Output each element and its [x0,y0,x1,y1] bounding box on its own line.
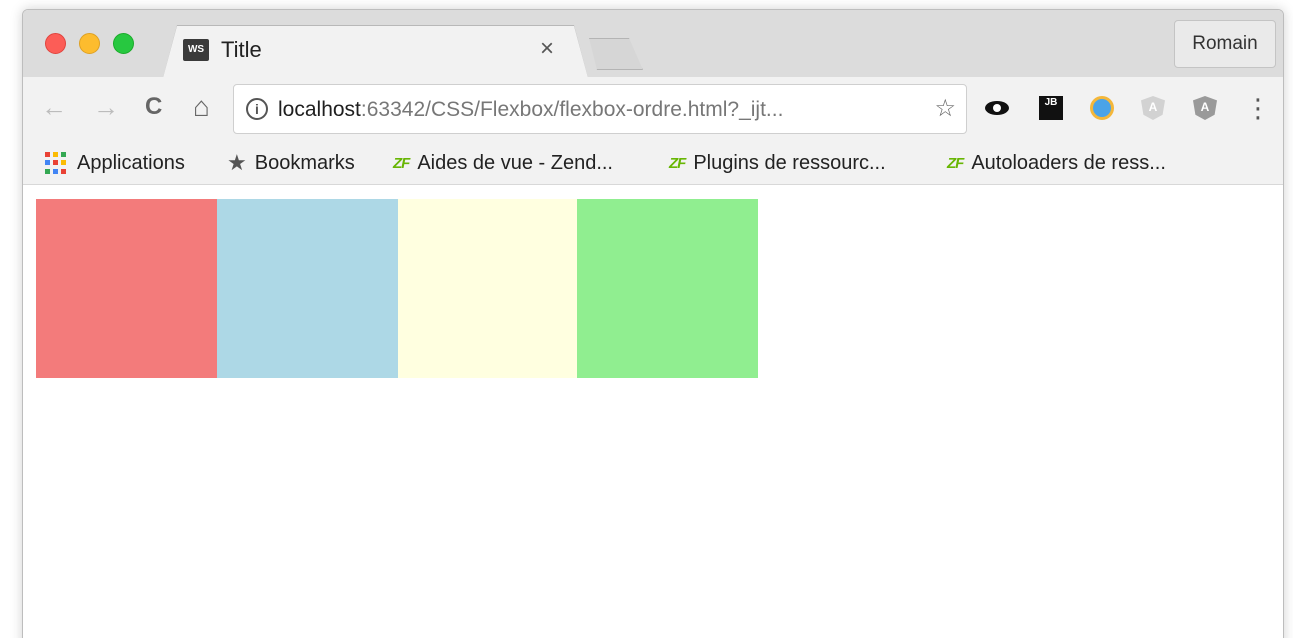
bookmark-plugins[interactable]: ZF Plugins de ressourc... [669,149,886,177]
apps-grid-dot [45,152,50,157]
apps-grid-dot [61,152,66,157]
angular-shield-dark-icon[interactable]: A [1193,96,1217,120]
apps-grid-dot [53,152,58,157]
bookmark-label: Aides de vue - Zend... [417,151,613,174]
bookmark-aides-de-vue[interactable]: ZF Aides de vue - Zend... [393,149,613,177]
flex-item-yellow [398,199,577,378]
bookmark-bookmarks[interactable]: ★ Bookmarks [227,149,355,177]
zf-icon: ZF [393,154,410,172]
bookmark-label: Autoloaders de ress... [971,151,1166,174]
menu-icon[interactable]: ⋮ [1245,93,1271,123]
bookmarks-bar: Applications ★ Bookmarks ZF Aides de vue… [23,141,1283,185]
window-controls [45,33,134,54]
shield-letter: A [1200,100,1210,114]
home-icon[interactable]: ⌂ [193,87,210,127]
apps-grid-dot [61,160,66,166]
url-path: :63342/CSS/Flexbox/flexbox-ordre.html?_i… [360,98,784,121]
info-icon[interactable]: i [246,98,268,120]
eye-icon[interactable] [985,96,1009,120]
address-bar[interactable]: i localhost:63342/CSS/Flexbox/flexbox-or… [233,84,967,134]
zf-icon: ZF [669,154,686,172]
shield-letter: A [1148,100,1158,114]
close-window-button[interactable] [45,33,66,54]
bookmark-label: Applications [77,151,185,174]
apps-grid-icon [45,152,67,174]
apps-grid-dot [53,160,58,166]
tab-favicon-icon: WS [183,39,209,61]
bookmark-label: Bookmarks [254,151,355,174]
tab-strip: WS Title × Romain [23,10,1283,77]
maximize-window-button[interactable] [113,33,134,54]
apps-grid-dot [53,168,58,174]
zf-icon: ZF [947,154,964,172]
clock-icon[interactable] [1090,96,1114,120]
apps-grid-dot [45,160,50,166]
bookmark-applications[interactable]: Applications [45,149,185,177]
reload-icon[interactable]: C [145,87,162,127]
flex-item-blue [217,199,398,378]
apps-grid-dot [61,168,66,174]
url-host: localhost [278,98,361,121]
url-text[interactable]: localhost:63342/CSS/Flexbox/flexbox-ordr… [278,96,924,124]
tab-title: Title [221,37,262,62]
toolbar: ← → C ⌂ i localhost:63342/CSS/Flexbox/fl… [23,77,1283,141]
jetbrains-icon-label: JB [1044,97,1058,108]
flex-item-red [36,199,217,378]
bookmark-autoloaders[interactable]: ZF Autoloaders de ress... [947,149,1166,177]
angular-shield-light-icon[interactable]: A [1141,96,1165,120]
forward-icon[interactable]: → [93,87,119,127]
minimize-window-button[interactable] [79,33,100,54]
profile-button[interactable]: Romain [1174,20,1276,68]
bookmark-star-icon[interactable]: ☆ [934,94,956,124]
page-viewport [23,186,1283,638]
new-tab-button[interactable] [583,38,643,70]
star-icon: ★ [227,150,247,175]
back-icon[interactable]: ← [41,87,67,127]
apps-grid-dot [45,168,50,174]
tab-close-icon[interactable]: × [540,36,554,62]
browser-window: WS Title × Romain ← → C ⌂ i localhost:63… [22,9,1284,638]
flex-item-green [577,199,758,378]
bookmark-label: Plugins de ressourc... [693,151,886,174]
jetbrains-icon[interactable]: JB [1039,96,1063,120]
